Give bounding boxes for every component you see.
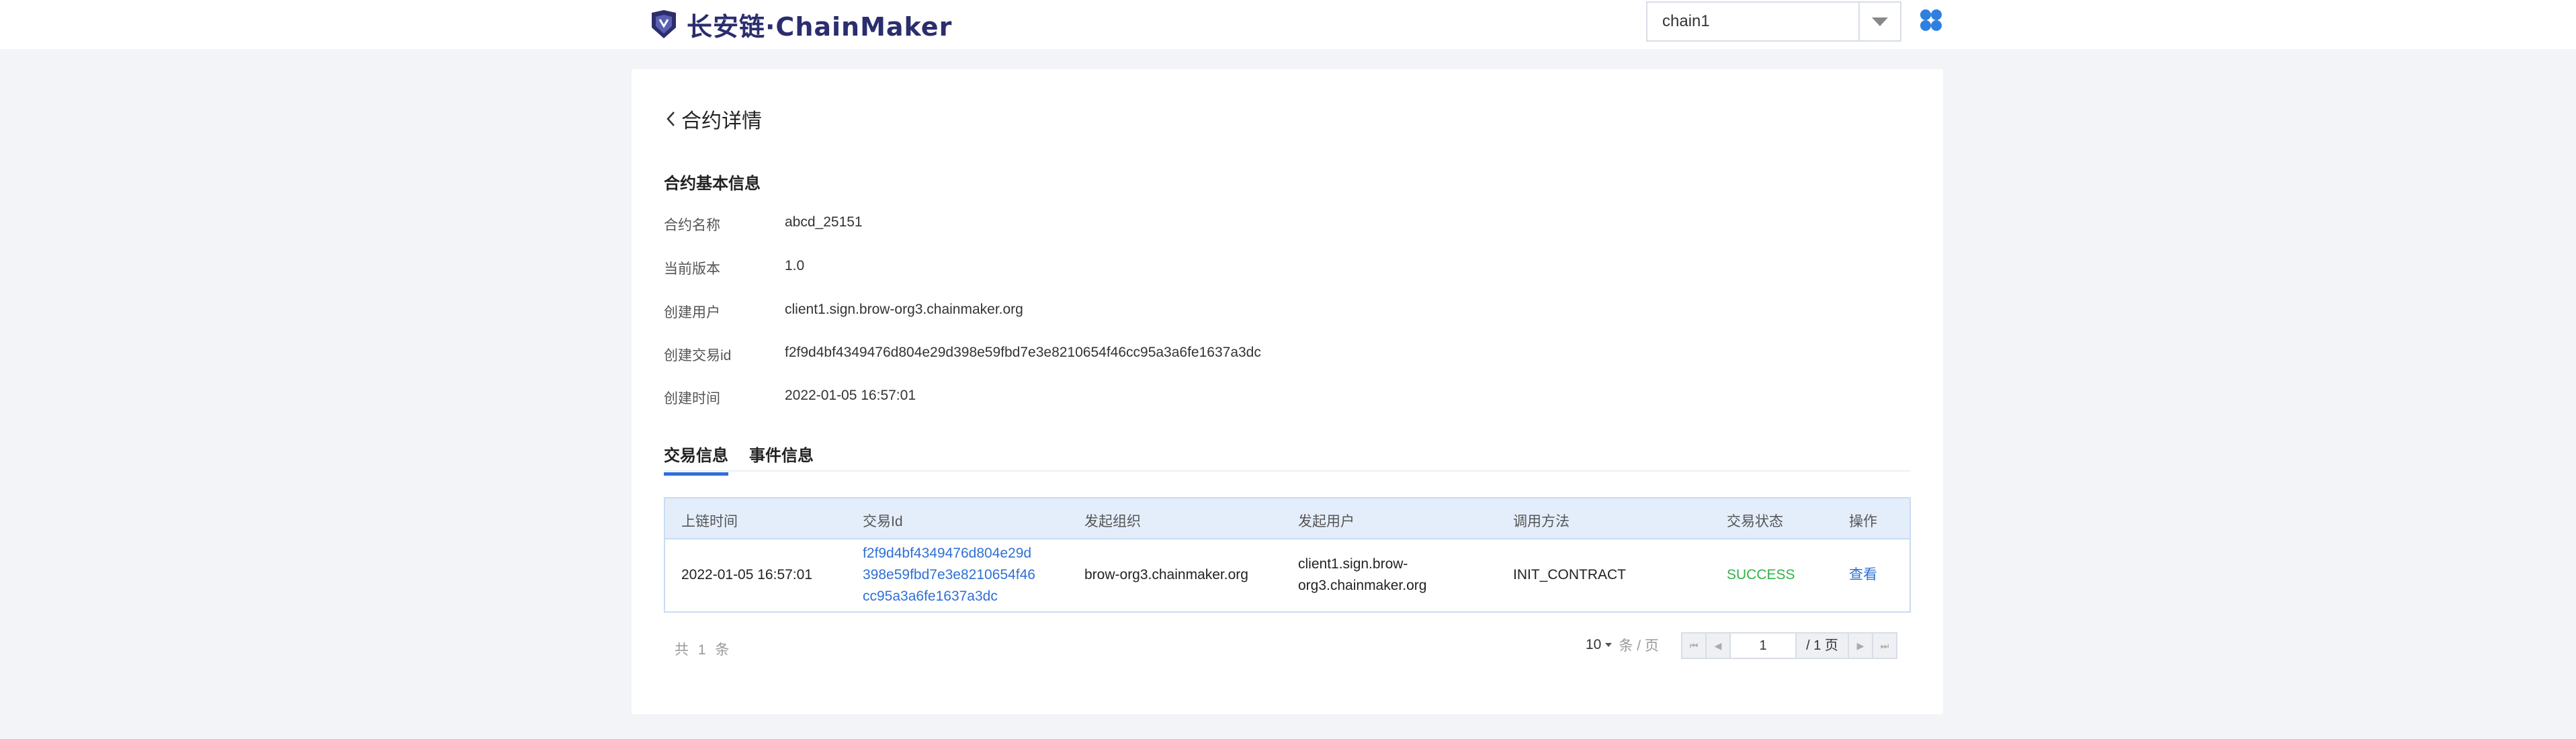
first-page-icon[interactable]: ⏮ bbox=[1681, 632, 1707, 659]
page-number-input[interactable]: 1 bbox=[1729, 632, 1797, 659]
cell-method: INIT_CONTRACT bbox=[1513, 567, 1626, 582]
info-value: 2022-01-05 16:57:01 bbox=[785, 388, 916, 403]
tx-id-link[interactable]: f2f9d4bf4349476d804e29d 398e59fbd7e3e821… bbox=[863, 543, 1035, 607]
pagination: ⏮ ◀ 1 / 1 页 ▶ ⏭ bbox=[1681, 632, 1897, 659]
chevron-down-icon bbox=[1872, 17, 1888, 26]
chainmaker-logo-icon bbox=[652, 10, 676, 38]
back-button[interactable]: 合约详情 bbox=[665, 104, 762, 134]
info-label: 当前版本 bbox=[664, 261, 720, 277]
table-header: 上链时间 交易Id 发起组织 发起用户 调用方法 交易状态 操作 bbox=[665, 498, 1909, 539]
page-size-value: 10 bbox=[1586, 637, 1602, 652]
chain-select[interactable]: chain1 bbox=[1646, 1, 1901, 42]
info-row-version: 当前版本 1.0 bbox=[664, 258, 804, 278]
column-header: 发起组织 bbox=[1084, 514, 1141, 529]
info-value: f2f9d4bf4349476d804e29d398e59fbd7e3e8210… bbox=[785, 345, 1261, 360]
prev-page-icon[interactable]: ◀ bbox=[1705, 632, 1731, 659]
caret-down-icon bbox=[1605, 643, 1613, 647]
chainmaker-logo[interactable]: 长安链·ChainMaker bbox=[649, 7, 952, 42]
info-label: 合约名称 bbox=[664, 218, 720, 233]
section-title: 合约基本信息 bbox=[664, 175, 761, 193]
info-row-creator: 创建用户 client1.sign.brow-org3.chainmaker.o… bbox=[664, 302, 1023, 322]
tx-id-line: 398e59fbd7e3e8210654f46 bbox=[863, 567, 1035, 582]
info-label: 创建时间 bbox=[664, 391, 720, 406]
tx-id-line: cc95a3a6fe1637a3dc bbox=[863, 589, 998, 604]
view-link[interactable]: 查看 bbox=[1849, 564, 1877, 586]
next-page-icon[interactable]: ▶ bbox=[1848, 632, 1873, 659]
status-badge: SUCCESS bbox=[1727, 567, 1795, 582]
chevron-left-icon bbox=[667, 112, 675, 126]
tab-events[interactable]: 事件信息 bbox=[749, 442, 814, 472]
page-size-unit: 条 / 页 bbox=[1619, 638, 1659, 654]
column-header: 发起用户 bbox=[1298, 514, 1355, 529]
info-row-create-tx-id: 创建交易id f2f9d4bf4349476d804e29d398e59fbd7… bbox=[664, 345, 1261, 365]
info-label: 创建交易id bbox=[664, 348, 732, 363]
detail-tabs: 交易信息 事件信息 bbox=[664, 442, 1911, 476]
column-header: 调用方法 bbox=[1513, 514, 1570, 529]
column-header: 操作 bbox=[1849, 514, 1877, 529]
total-count: 共 1 条 bbox=[675, 642, 732, 658]
column-header: 交易Id bbox=[863, 514, 903, 529]
info-label: 创建用户 bbox=[664, 305, 720, 320]
tx-id-line: f2f9d4bf4349476d804e29d bbox=[863, 546, 1032, 561]
top-header: 长安链·ChainMaker chain1 bbox=[0, 0, 2576, 49]
page-size-select[interactable]: 10 条 / 页 bbox=[1586, 635, 1659, 655]
cell-user: client1.sign.brow- org3.chainmaker.org bbox=[1298, 554, 1426, 597]
info-value: 1.0 bbox=[785, 258, 805, 273]
chain-select-toggle[interactable] bbox=[1858, 3, 1900, 40]
cell-time: 2022-01-05 16:57:01 bbox=[681, 567, 812, 582]
cell-org: brow-org3.chainmaker.org bbox=[1084, 567, 1248, 582]
tab-transactions[interactable]: 交易信息 bbox=[664, 442, 728, 476]
logo-text: 长安链·ChainMaker bbox=[687, 11, 953, 42]
info-value: abcd_25151 bbox=[785, 214, 863, 230]
apps-icon[interactable] bbox=[1919, 8, 1943, 32]
info-row-contract-name: 合约名称 abcd_25151 bbox=[664, 214, 863, 234]
last-page-icon[interactable]: ⏭ bbox=[1872, 632, 1897, 659]
transactions-table: 上链时间 交易Id 发起组织 发起用户 调用方法 交易状态 操作 2022-01… bbox=[664, 497, 1911, 613]
info-value: client1.sign.brow-org3.chainmaker.org bbox=[785, 302, 1023, 317]
contract-detail-card: 合约详情 合约基本信息 合约名称 abcd_25151 当前版本 1.0 创建用… bbox=[632, 69, 1943, 714]
chain-select-value: chain1 bbox=[1662, 12, 1710, 30]
info-row-create-time: 创建时间 2022-01-05 16:57:01 bbox=[664, 388, 916, 408]
column-header: 交易状态 bbox=[1727, 514, 1783, 529]
user-line: client1.sign.brow- bbox=[1298, 556, 1408, 572]
user-line: org3.chainmaker.org bbox=[1298, 578, 1427, 593]
total-pages: / 1 页 bbox=[1795, 632, 1849, 659]
column-header: 上链时间 bbox=[681, 514, 738, 529]
page-title: 合约详情 bbox=[681, 110, 762, 132]
